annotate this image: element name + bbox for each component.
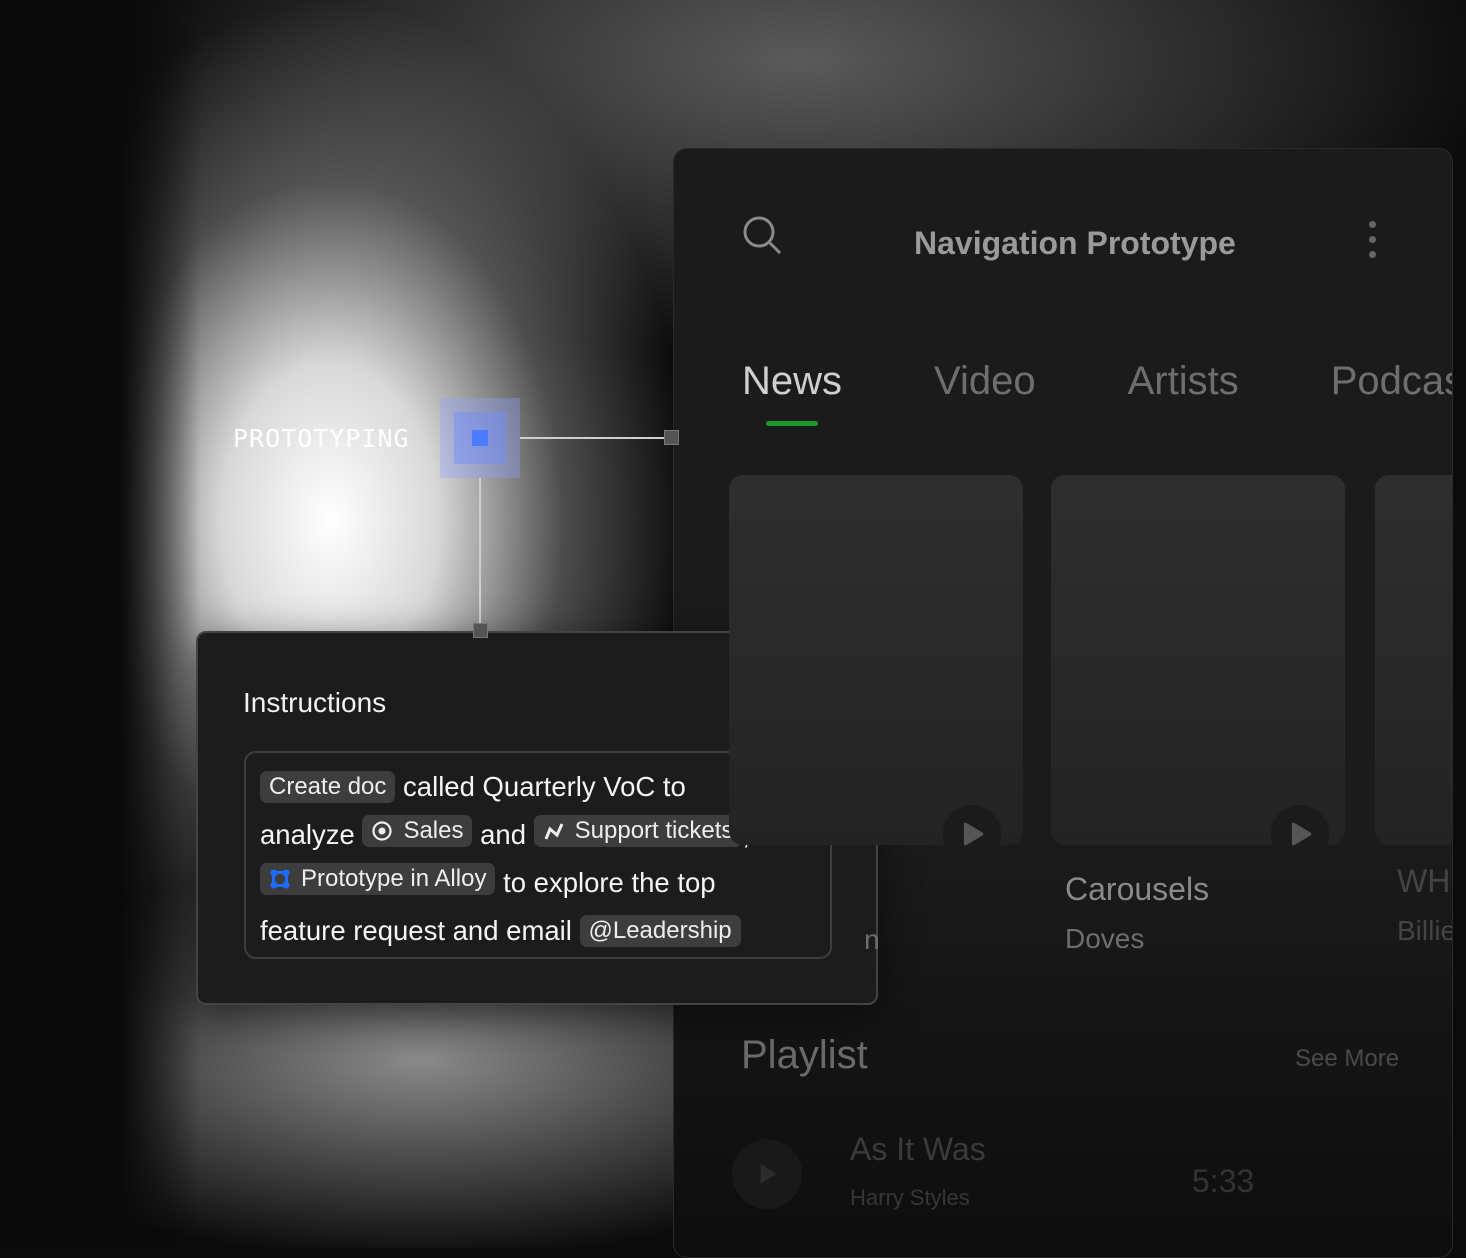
instruction-text: to explore the top (503, 867, 716, 898)
screen-title: Navigation Prototype (914, 225, 1236, 261)
song-title: As It Was (850, 1131, 986, 1167)
tab-video[interactable]: Video (934, 359, 1036, 404)
tab-news[interactable]: News (742, 359, 842, 426)
connector-line (479, 478, 481, 628)
song-play-button[interactable] (732, 1139, 802, 1209)
song-artist: Harry Styles (850, 1185, 970, 1210)
create-doc-chip[interactable]: Create doc (260, 771, 396, 803)
song-duration: 5:33 (1192, 1163, 1255, 1199)
connector-line (520, 437, 670, 439)
search-icon[interactable] (742, 215, 782, 255)
instructions-title: Instructions (243, 687, 387, 718)
media-card[interactable] (1375, 475, 1452, 845)
play-icon (760, 1164, 777, 1184)
instruction-text: analyze (260, 819, 355, 850)
chart-line-icon (544, 823, 564, 840)
chip-label: Prototype in Alloy (301, 865, 487, 892)
see-more-link[interactable]: See More (1295, 1045, 1399, 1073)
card-subtitle: Billie (1397, 915, 1453, 946)
instruction-text: called Quarterly VoC to (403, 771, 686, 802)
card-subtitle: n (864, 924, 880, 955)
navigation-prototype-screen: Navigation Prototype News Video Artists … (673, 148, 1453, 1258)
compass-icon (372, 821, 393, 841)
play-icon (963, 822, 984, 846)
more-options-icon[interactable] (1367, 221, 1377, 261)
support-tickets-chip[interactable]: Support tickets (533, 815, 743, 847)
sales-chip[interactable]: Sales (362, 815, 473, 847)
play-button[interactable] (943, 805, 1001, 863)
card-title: Carousels (1065, 871, 1210, 907)
background-fade (0, 0, 200, 1248)
prototyping-label: PROTOTYPING (233, 424, 410, 453)
alloy-icon (270, 869, 290, 889)
media-card[interactable] (1051, 475, 1345, 845)
connector-handle[interactable] (664, 430, 679, 445)
alloy-chip[interactable]: Prototype in Alloy (260, 863, 496, 895)
play-icon (1291, 822, 1312, 846)
tab-artists[interactable]: Artists (1128, 359, 1239, 404)
tab-bar: News Video Artists Podcasts (742, 359, 1452, 426)
chip-label: Sales (403, 817, 464, 844)
prototyping-node[interactable] (440, 398, 520, 478)
instruction-text: feature request and email (260, 915, 572, 946)
tab-podcasts[interactable]: Podcasts (1331, 359, 1452, 404)
connector-handle[interactable] (473, 623, 488, 638)
chip-label: @Leadership (588, 917, 732, 944)
card-subtitle: Doves (1065, 923, 1145, 954)
play-button[interactable] (1271, 805, 1329, 863)
chip-label: Support tickets (574, 817, 734, 844)
chip-label: Create doc (269, 773, 387, 800)
instruction-text: and (480, 819, 527, 850)
playlist-heading: Playlist (741, 1033, 868, 1077)
card-title: WH (1397, 863, 1451, 899)
leadership-mention-chip[interactable]: @Leadership (579, 915, 741, 947)
media-card[interactable] (729, 475, 1023, 845)
